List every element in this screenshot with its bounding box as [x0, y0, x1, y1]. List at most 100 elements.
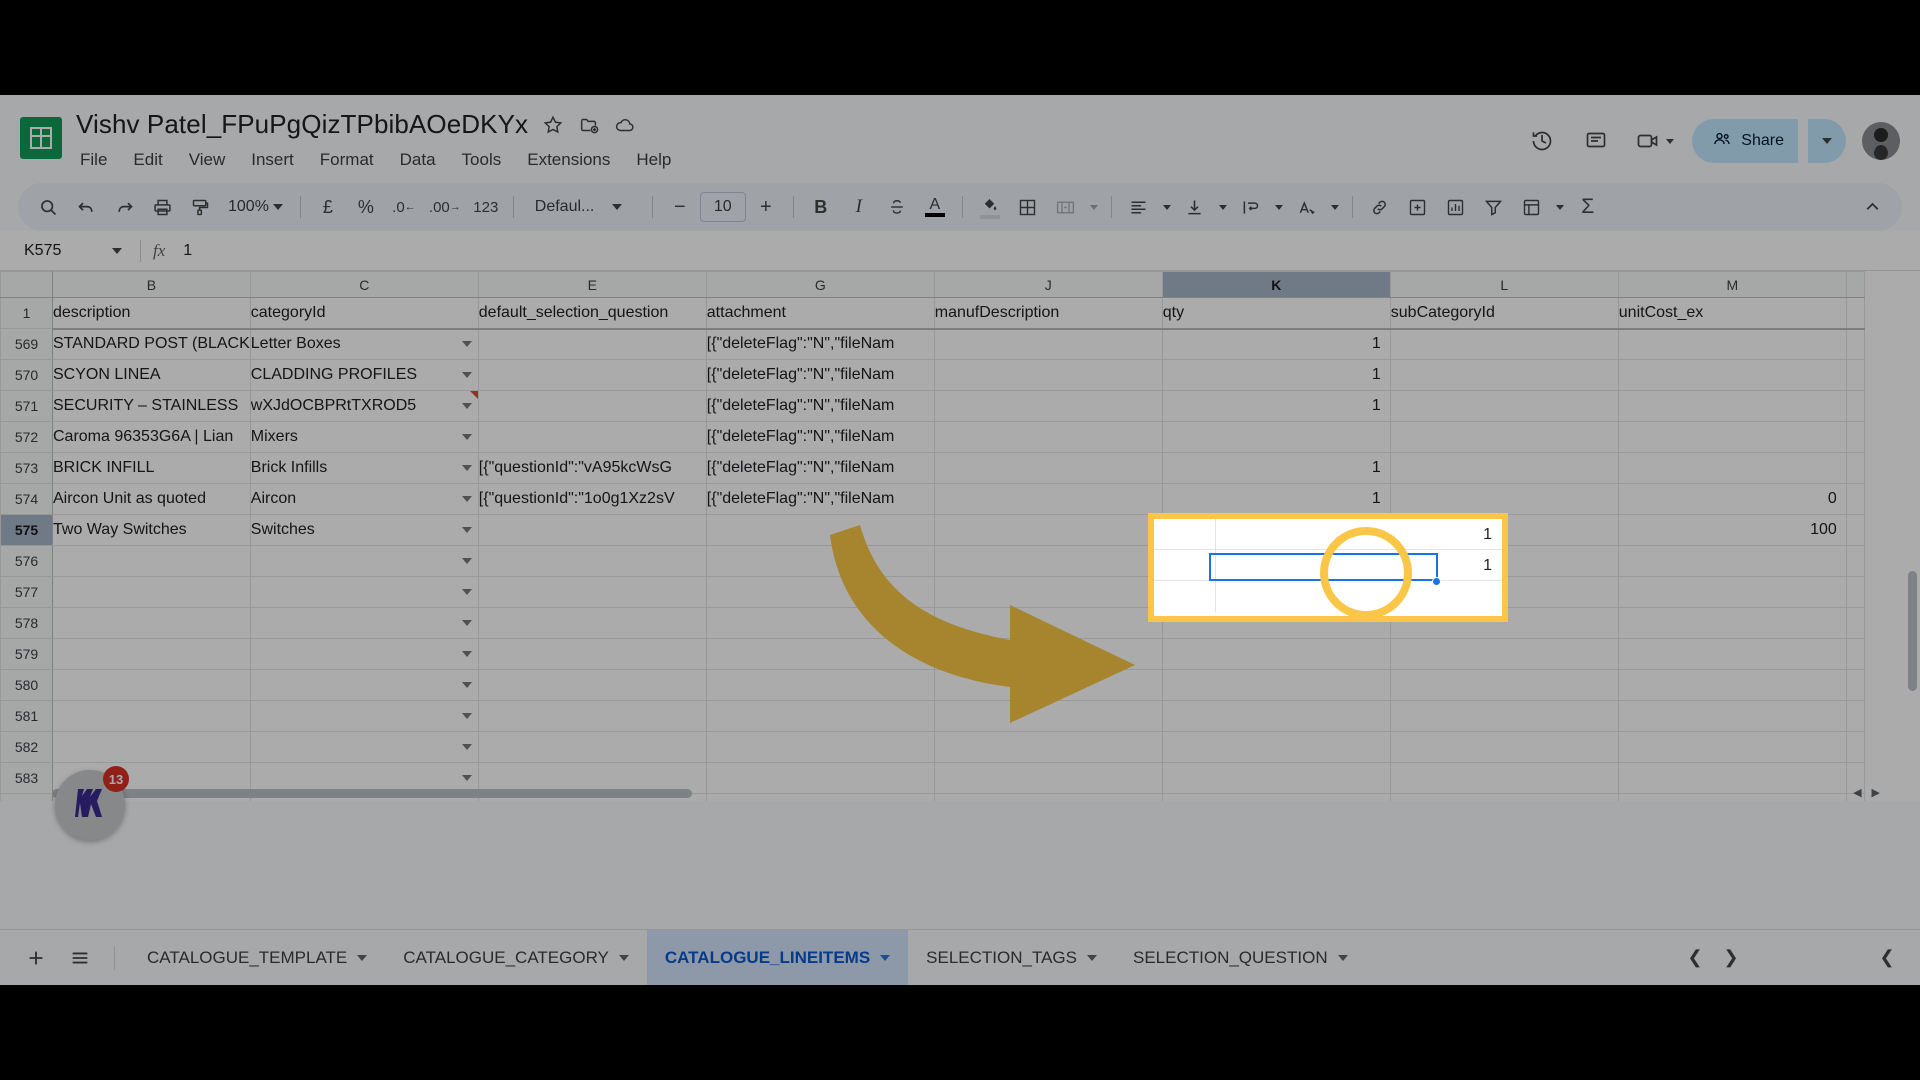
- cell[interactable]: [1389, 669, 1619, 701]
- add-sheet-icon[interactable]: [16, 938, 56, 978]
- name-box[interactable]: K575: [18, 237, 128, 265]
- column-header-e[interactable]: E: [477, 271, 707, 298]
- cell[interactable]: BRICK INFILL: [52, 452, 251, 484]
- move-to-drive-icon[interactable]: [578, 114, 600, 136]
- cell[interactable]: SCYON LINEA: [52, 359, 251, 391]
- header-cell[interactable]: attachment: [705, 297, 935, 330]
- cell[interactable]: [933, 390, 1163, 422]
- cell[interactable]: [{"deleteFlag":"N","fileNam: [705, 452, 935, 484]
- cell[interactable]: [249, 576, 479, 608]
- cell-dropdown-icon[interactable]: [461, 372, 472, 378]
- font-family-selector[interactable]: Defaul...: [523, 189, 643, 225]
- cell[interactable]: Brick Infills: [249, 452, 479, 484]
- cell[interactable]: [52, 700, 251, 732]
- cell[interactable]: [1845, 421, 1865, 453]
- chevron-down-icon[interactable]: [618, 954, 629, 961]
- cell-dropdown-icon[interactable]: [461, 434, 472, 440]
- cell[interactable]: [{"questionId":"vA95kcWsG: [477, 452, 707, 484]
- vertical-scrollbar[interactable]: [1906, 301, 1918, 801]
- row-header[interactable]: 569: [0, 328, 53, 360]
- cell[interactable]: 1: [1161, 328, 1391, 360]
- cell[interactable]: [1389, 452, 1619, 484]
- row-header[interactable]: 577: [0, 576, 53, 608]
- cell[interactable]: [477, 669, 707, 701]
- cell-dropdown-icon[interactable]: [461, 713, 472, 719]
- filter-icon[interactable]: [1476, 189, 1512, 225]
- column-header-l[interactable]: L: [1389, 271, 1619, 298]
- insert-comment-icon[interactable]: [1400, 189, 1436, 225]
- row-header[interactable]: 583: [0, 762, 53, 794]
- cell[interactable]: wXJdOCBPRtTXROD5: [249, 390, 479, 422]
- cell[interactable]: [933, 514, 1163, 546]
- menu-view[interactable]: View: [187, 148, 228, 172]
- cell-dropdown-icon[interactable]: [461, 775, 472, 781]
- cell[interactable]: [477, 545, 707, 577]
- insert-chart-icon[interactable]: [1438, 189, 1474, 225]
- cell[interactable]: [933, 452, 1163, 484]
- cell[interactable]: [1617, 390, 1847, 422]
- cell[interactable]: [1389, 731, 1619, 763]
- header-cell[interactable]: unitCost_ex: [1617, 297, 1847, 330]
- horizontal-scroll-thumb[interactable]: [52, 789, 692, 798]
- cell[interactable]: [1617, 576, 1847, 608]
- cell[interactable]: [933, 545, 1163, 577]
- menu-format[interactable]: Format: [318, 148, 376, 172]
- cell[interactable]: [1389, 638, 1619, 670]
- decrease-font-size-button[interactable]: −: [662, 189, 698, 225]
- cell[interactable]: [1845, 359, 1865, 391]
- cell[interactable]: [249, 638, 479, 670]
- all-sheets-icon[interactable]: [60, 938, 100, 978]
- cell[interactable]: [1845, 607, 1865, 639]
- more-formats-button[interactable]: 123: [468, 189, 504, 225]
- select-all-corner[interactable]: [0, 271, 53, 298]
- cell[interactable]: CLADDING PROFILES: [249, 359, 479, 391]
- share-button[interactable]: Share: [1692, 119, 1798, 163]
- cell[interactable]: 100: [1617, 514, 1847, 546]
- cell[interactable]: [933, 421, 1163, 453]
- cell[interactable]: [1845, 700, 1865, 732]
- merge-dropdown-icon[interactable]: [1086, 189, 1102, 225]
- horizontal-align-dropdown-icon[interactable]: [1159, 189, 1175, 225]
- zoom-selector[interactable]: 100%: [220, 189, 291, 225]
- side-panel-toggle[interactable]: ❮: [1870, 941, 1904, 975]
- italic-button[interactable]: I: [841, 189, 877, 225]
- cell[interactable]: [52, 576, 251, 608]
- fill-color-icon[interactable]: [972, 189, 1008, 225]
- row-header[interactable]: 571: [0, 390, 53, 422]
- cell[interactable]: [249, 607, 479, 639]
- comment-icon[interactable]: [1574, 119, 1618, 163]
- cell[interactable]: [1389, 390, 1619, 422]
- menu-help[interactable]: Help: [634, 148, 673, 172]
- cell[interactable]: Switches: [249, 514, 479, 546]
- header-cell[interactable]: categoryId: [249, 297, 479, 330]
- functions-icon[interactable]: [1514, 189, 1550, 225]
- vertical-scroll-thumb[interactable]: [1908, 571, 1917, 691]
- cell[interactable]: [249, 700, 479, 732]
- cell[interactable]: [1617, 731, 1847, 763]
- row-header[interactable]: 574: [0, 483, 53, 515]
- cell[interactable]: [477, 700, 707, 732]
- cell-dropdown-icon[interactable]: [461, 682, 472, 688]
- cell[interactable]: [477, 638, 707, 670]
- meet-camera-icon[interactable]: [1628, 119, 1682, 163]
- cell[interactable]: [705, 669, 935, 701]
- cell[interactable]: [705, 731, 935, 763]
- cell[interactable]: [933, 483, 1163, 515]
- cell[interactable]: [705, 700, 935, 732]
- cell[interactable]: [52, 638, 251, 670]
- cell[interactable]: [1845, 576, 1865, 608]
- sheet-tab-2[interactable]: CATALOGUE_LINEITEMS: [646, 929, 909, 985]
- header-cell[interactable]: description: [52, 297, 251, 330]
- cell[interactable]: [1845, 328, 1865, 360]
- cell[interactable]: [249, 669, 479, 701]
- cell[interactable]: [477, 328, 707, 360]
- cell[interactable]: [1845, 669, 1865, 701]
- cell[interactable]: [1845, 297, 1865, 330]
- cell[interactable]: 1: [1161, 359, 1391, 391]
- cell[interactable]: [{"deleteFlag":"N","fileNam: [705, 390, 935, 422]
- cell[interactable]: [1845, 452, 1865, 484]
- cell[interactable]: [477, 390, 707, 422]
- cell[interactable]: [1389, 328, 1619, 360]
- row-header[interactable]: 576: [0, 545, 53, 577]
- cell[interactable]: [705, 638, 935, 670]
